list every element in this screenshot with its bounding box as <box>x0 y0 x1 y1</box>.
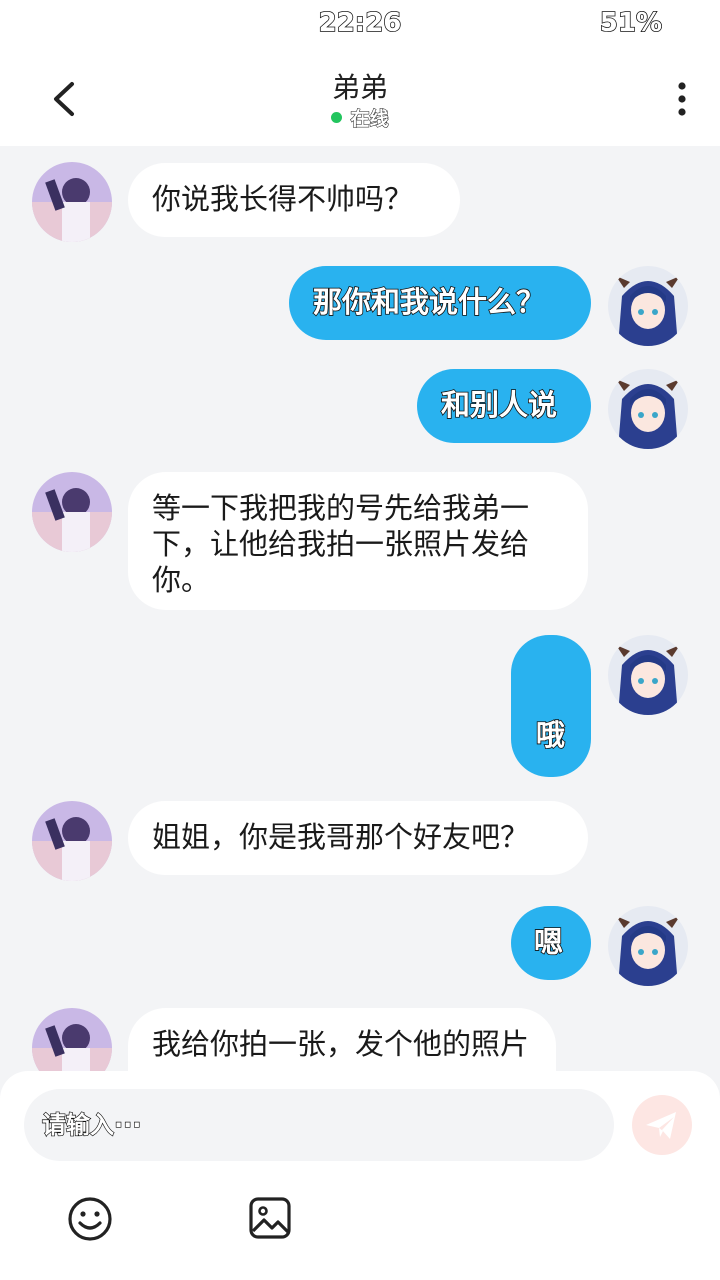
more-options-button[interactable] <box>672 80 692 120</box>
contact-avatar[interactable] <box>32 472 112 552</box>
my-avatar[interactable] <box>608 906 688 986</box>
my-avatar[interactable] <box>608 266 688 346</box>
smiley-icon <box>68 1197 112 1241</box>
message-bubble[interactable]: 姐姐，你是我哥那个好友吧？ <box>128 801 588 875</box>
message-bubble[interactable]: 我给你拍一张，发个他的照片 <box>128 1008 556 1071</box>
my-avatar[interactable] <box>608 369 688 449</box>
send-icon <box>646 1112 676 1139</box>
emoji-button[interactable] <box>66 1195 114 1243</box>
avatar-image <box>32 162 112 242</box>
contact-avatar[interactable] <box>32 1008 112 1071</box>
message-bubble[interactable]: 那你和我说什么？ <box>289 266 591 340</box>
send-button[interactable] <box>632 1095 692 1155</box>
status-bar: 22:26 51% <box>0 0 720 52</box>
my-avatar[interactable] <box>608 635 688 715</box>
avatar-image <box>608 266 688 346</box>
more-vertical-icon <box>678 82 686 116</box>
message-list[interactable]: 你说我长得不帅吗？ 那你和我说什么？ 和别人说 等一下我把我的号先给我弟一下，让… <box>0 146 720 1071</box>
composer: 请输入··· <box>0 1071 720 1280</box>
online-dot-icon <box>331 112 343 123</box>
battery-level: 51% <box>599 7 663 39</box>
avatar-image <box>32 1008 112 1071</box>
message-input[interactable]: 请输入··· <box>24 1089 614 1161</box>
online-status: 在线 <box>0 104 720 131</box>
message-bubble[interactable]: 你说我长得不帅吗？ <box>128 163 460 237</box>
image-icon <box>249 1197 291 1239</box>
online-status-label: 在线 <box>350 108 389 131</box>
avatar-image <box>32 472 112 552</box>
contact-avatar[interactable] <box>32 162 112 242</box>
contact-name: 弟弟 <box>331 71 388 104</box>
message-bubble[interactable]: 哦 <box>511 635 591 777</box>
avatar-image <box>608 906 688 986</box>
chat-header: 弟弟 在线 <box>0 52 720 146</box>
contact-avatar[interactable] <box>32 801 112 881</box>
avatar-image <box>608 369 688 449</box>
message-bubble[interactable]: 和别人说 <box>417 369 591 443</box>
image-button[interactable] <box>247 1195 293 1241</box>
avatar-image <box>608 635 688 715</box>
message-bubble[interactable]: 嗯 <box>511 906 591 980</box>
avatar-image <box>32 801 112 881</box>
message-bubble[interactable]: 等一下我把我的号先给我弟一下，让他给我拍一张照片发给你。 <box>128 472 588 610</box>
